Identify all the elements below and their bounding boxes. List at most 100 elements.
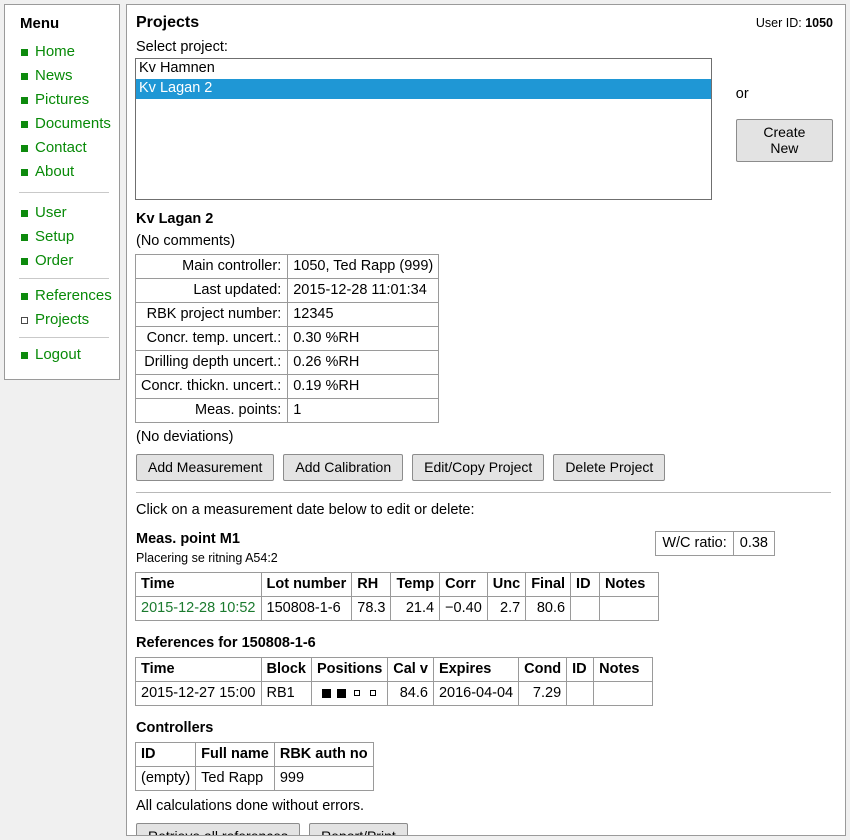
delete-project-button[interactable]: Delete Project bbox=[553, 454, 666, 481]
reference-time: 2015-12-27 15:00 bbox=[135, 681, 262, 706]
project-listbox[interactable]: Kv Hamnen Kv Lagan 2 bbox=[135, 58, 712, 200]
measurement-rh: 78.3 bbox=[351, 596, 392, 621]
detail-value: 12345 bbox=[287, 302, 440, 327]
measurement-row: 2015-12-28 10:52 150808-1-6 78.3 21.4 −0.40 2… bbox=[135, 596, 660, 621]
edit-copy-project-button[interactable]: Edit/Copy Project bbox=[412, 454, 545, 481]
calculation-status: All calculations done without errors. bbox=[136, 798, 365, 814]
references-header-row: Time Block Positions Cal v Expires Cond ID Note… bbox=[135, 657, 654, 682]
user-id-display: User ID: 1050 bbox=[756, 16, 833, 30]
filled-square-bullet-icon bbox=[21, 209, 28, 217]
or-label: or bbox=[735, 86, 749, 102]
controllers-title: Controllers bbox=[136, 720, 214, 736]
reference-cond: 7.29 bbox=[518, 681, 568, 706]
sidebar-item-order[interactable]: Order bbox=[5, 249, 119, 273]
page-title: Projects bbox=[136, 14, 200, 31]
sidebar-item-label: News bbox=[35, 67, 73, 84]
project-detail-row: RBK project number: 12345 bbox=[134, 302, 440, 327]
add-calibration-button[interactable]: Add Calibration bbox=[283, 454, 404, 481]
sidebar-item-label: References bbox=[35, 287, 112, 304]
measurements-header-row: Time Lot number RH Temp Corr Unc Final ID Notes bbox=[135, 572, 660, 597]
detail-key: Main controller: bbox=[134, 254, 289, 279]
project-detail-row: Main controller: 1050, Ted Rapp (999) bbox=[134, 254, 440, 279]
detail-value: 1 bbox=[287, 398, 440, 423]
retrieve-all-references-button[interactable]: Retrieve all references bbox=[136, 823, 301, 835]
add-measurement-button[interactable]: Add Measurement bbox=[136, 454, 275, 481]
sidebar-menu-groups: Home News Pictures Documents Contact About Use… bbox=[5, 40, 119, 367]
project-deviations: (No deviations) bbox=[136, 429, 234, 445]
measurement-date-link[interactable]: 2015-12-28 10:52 bbox=[135, 596, 262, 621]
reference-cal-v: 84.6 bbox=[387, 681, 434, 706]
sidebar-item-user[interactable]: User bbox=[5, 201, 119, 225]
wc-ratio-row: W/C ratio: 0.38 bbox=[655, 531, 776, 556]
sidebar-item-logout[interactable]: Logout bbox=[5, 343, 119, 367]
sidebar-item-contact[interactable]: Contact bbox=[5, 136, 119, 160]
detail-key: Concr. thickn. uncert.: bbox=[134, 374, 289, 399]
filled-square-bullet-icon bbox=[21, 292, 28, 300]
meas-point-title: Meas. point M1 bbox=[136, 531, 240, 547]
select-project-label: Select project: bbox=[136, 39, 228, 55]
sidebar-item-label: User bbox=[35, 204, 67, 221]
project-name: Kv Lagan 2 bbox=[136, 211, 214, 227]
references-column-header: Time bbox=[135, 657, 262, 682]
filled-square-bullet-icon bbox=[21, 120, 28, 128]
controller-full-name: Ted Rapp bbox=[195, 766, 275, 791]
sidebar-item-label: Projects bbox=[35, 311, 90, 328]
detail-value: 1050, Ted Rapp (999) bbox=[287, 254, 440, 279]
reference-id bbox=[566, 681, 595, 706]
detail-value: 0.26 %RH bbox=[287, 350, 440, 375]
reference-positions bbox=[310, 681, 389, 706]
sidebar-item-references[interactable]: References bbox=[5, 284, 119, 308]
wc-ratio-label: W/C ratio: bbox=[655, 531, 734, 556]
detail-value: 2015-12-28 11:01:34 bbox=[287, 278, 440, 303]
measurements-column-header: Unc bbox=[486, 572, 527, 597]
sidebar-item-documents[interactable]: Documents bbox=[5, 112, 119, 136]
main-header: Projects User ID: 1050 bbox=[135, 14, 833, 32]
project-detail-row: Drilling depth uncert.: 0.26 %RH bbox=[134, 350, 440, 375]
measurements-column-header: RH bbox=[351, 572, 392, 597]
sidebar-item-label: Logout bbox=[35, 346, 81, 363]
measurement-final: 80.6 bbox=[525, 596, 572, 621]
project-detail-row: Meas. points: 1 bbox=[134, 398, 440, 423]
sidebar-title: Menu bbox=[20, 15, 60, 32]
detail-key: Meas. points: bbox=[134, 398, 289, 423]
references-column-header: Notes bbox=[593, 657, 654, 682]
sidebar-divider bbox=[19, 192, 109, 193]
create-new-button[interactable]: Create New bbox=[735, 119, 833, 162]
sidebar-item-label: About bbox=[35, 163, 75, 180]
sidebar-item-about[interactable]: About bbox=[5, 160, 119, 184]
sidebar-item-setup[interactable]: Setup bbox=[5, 225, 119, 249]
open-square-icon bbox=[369, 690, 376, 697]
reference-block: RB1 bbox=[260, 681, 312, 706]
filled-square-bullet-icon bbox=[21, 48, 28, 56]
sidebar-item-news[interactable]: News bbox=[5, 64, 119, 88]
reference-notes bbox=[593, 681, 654, 706]
references-table: Time Block Positions Cal v Expires Cond ID Note… bbox=[135, 657, 654, 706]
project-option[interactable]: Kv Hamnen bbox=[136, 59, 711, 79]
sidebar: Menu Home News Pictures Documents Contact Abo… bbox=[4, 4, 120, 380]
filled-square-bullet-icon bbox=[21, 168, 28, 176]
report-print-button[interactable]: Report/Print bbox=[309, 823, 408, 835]
sidebar-item-label: Setup bbox=[35, 228, 75, 245]
project-action-buttons: Add Measurement Add Calibration Edit/Copy … bbox=[136, 454, 833, 481]
sidebar-item-projects[interactable]: Projects bbox=[5, 308, 119, 332]
meas-point-header: Meas. point M1 Placering se ritning A54:… bbox=[135, 531, 278, 572]
filled-square-bullet-icon bbox=[21, 257, 28, 265]
wc-ratio-table: W/C ratio: 0.38 bbox=[655, 531, 776, 556]
references-column-header: Block bbox=[260, 657, 312, 682]
reference-row: 2015-12-27 15:00 RB1 84.6 2016-04-04 7.29 bbox=[135, 681, 654, 706]
filled-square-icon bbox=[321, 688, 331, 698]
main-panel: Projects User ID: 1050 Select project: K… bbox=[126, 4, 846, 836]
project-details-table: Main controller: 1050, Ted Rapp (999) Last… bbox=[134, 254, 440, 423]
detail-key: Last updated: bbox=[134, 278, 289, 303]
references-title: References for 150808-1-6 bbox=[136, 635, 316, 651]
references-column-header: Expires bbox=[432, 657, 520, 682]
project-option[interactable]: Kv Lagan 2 bbox=[136, 79, 711, 99]
project-detail-row: Last updated: 2015-12-28 11:01:34 bbox=[134, 278, 440, 303]
filled-square-bullet-icon bbox=[21, 233, 28, 241]
sidebar-item-pictures[interactable]: Pictures bbox=[5, 88, 119, 112]
reference-expires: 2016-04-04 bbox=[432, 681, 520, 706]
project-comments: (No comments) bbox=[136, 233, 236, 249]
sidebar-item-home[interactable]: Home bbox=[5, 40, 119, 64]
measurement-notes bbox=[599, 596, 660, 621]
controllers-column-header: Full name bbox=[195, 742, 275, 767]
